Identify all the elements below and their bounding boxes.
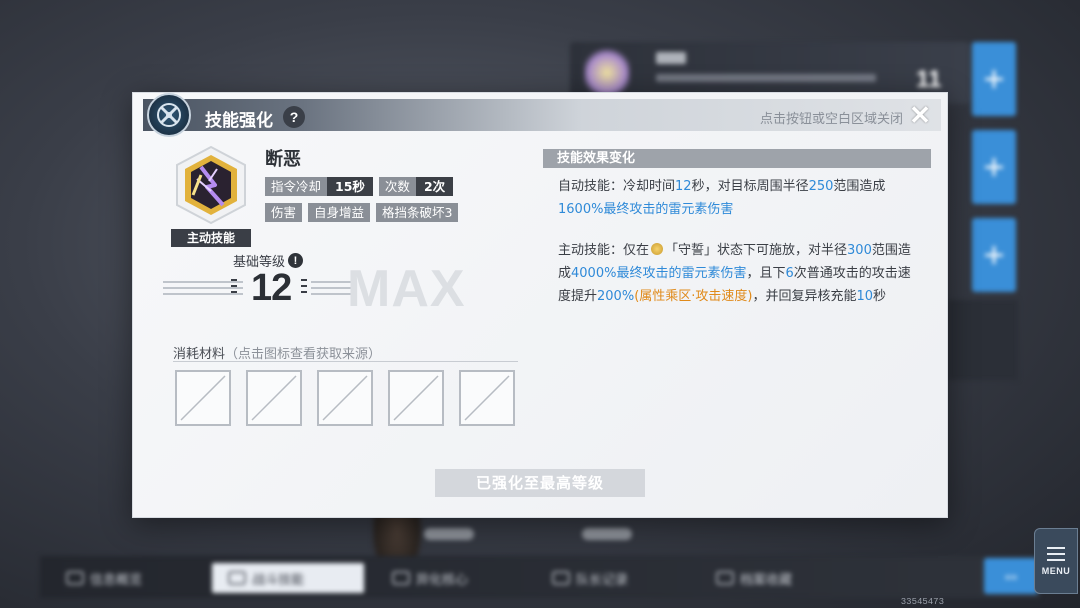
materials-title: 消耗材料（点击图标查看获取来源） bbox=[173, 347, 382, 362]
skill-type-badge: 主动技能 bbox=[171, 229, 251, 247]
material-slot-empty[interactable] bbox=[175, 370, 231, 426]
bg-tab-0: 信息概览 bbox=[66, 563, 142, 593]
bg-plus-button-2: + bbox=[972, 130, 1016, 204]
charges-tag: 次数 2次 bbox=[378, 177, 454, 196]
bg-tab-4: 档案收藏 bbox=[716, 563, 792, 593]
bg-card-title bbox=[656, 52, 686, 64]
bg-card-number: 11 bbox=[916, 66, 942, 93]
close-icon[interactable]: ✕ bbox=[907, 102, 933, 128]
bg-arrows-button: ⇔ bbox=[984, 558, 1038, 594]
effect-change-header: 技能效果变化 bbox=[543, 149, 931, 168]
materials-slots bbox=[175, 370, 515, 426]
close-hint: 点击按钮或空白区域关闭 bbox=[759, 112, 903, 127]
tag-damage: 伤害 bbox=[265, 203, 303, 222]
material-slot-empty[interactable] bbox=[459, 370, 515, 426]
bg-plus-button-3: + bbox=[972, 218, 1016, 292]
active-skill-description: 主动技能：仅在 「守誓」状态下可施放，对半径300范围造成4000%最终攻击的雷元… bbox=[558, 243, 911, 304]
materials-divider bbox=[173, 361, 518, 362]
modal-header: 技能强化 ? 点击按钮或空白区域关闭 ✕ bbox=[143, 99, 941, 131]
level-tick-right bbox=[301, 279, 307, 301]
skill-lightning-icon bbox=[171, 145, 251, 225]
skill-upgrade-emblem-icon bbox=[147, 93, 191, 137]
level-max-watermark: MAX bbox=[347, 260, 466, 318]
bg-bottom-nav bbox=[40, 556, 1040, 598]
level-info-icon[interactable]: ! bbox=[288, 253, 304, 268]
menu-button[interactable]: MENU bbox=[1034, 528, 1078, 594]
level-tick-left bbox=[231, 279, 237, 301]
bg-plus-button-1: + bbox=[972, 42, 1016, 116]
skill-level-value: 12 bbox=[251, 267, 292, 309]
bg-pill-2 bbox=[582, 528, 632, 540]
oath-status-icon bbox=[651, 243, 664, 255]
material-slot-empty[interactable] bbox=[317, 370, 373, 426]
bg-tab-3: 队长记录 bbox=[552, 563, 628, 593]
bg-tab-2: 异化核心 bbox=[392, 563, 468, 593]
bg-card-desc bbox=[656, 74, 876, 82]
footer-code: 33545473 bbox=[900, 597, 944, 607]
menu-label: MENU bbox=[1041, 565, 1071, 576]
material-slot-empty[interactable] bbox=[246, 370, 302, 426]
skill-stats-row: 指令冷却 15秒 次数 2次 bbox=[265, 177, 454, 196]
tag-self-buff: 自身增益 bbox=[308, 203, 371, 222]
skill-name: 断恶 bbox=[265, 149, 301, 170]
cooldown-tag: 指令冷却 15秒 bbox=[265, 177, 373, 196]
bg-character-thumb bbox=[584, 48, 630, 98]
bg-tab-1: 战斗技能 bbox=[212, 563, 364, 593]
menu-icon bbox=[1047, 546, 1065, 561]
level-decoration-right bbox=[311, 281, 351, 299]
skill-tags-row: 伤害 自身增益 格挡条破坏3 bbox=[265, 203, 459, 222]
auto-skill-description: 自动技能：冷却时间12秒，对目标周围半径250范围造成1600%最终攻击的雷元素… bbox=[558, 179, 886, 217]
material-slot-empty[interactable] bbox=[388, 370, 444, 426]
bg-side-panel bbox=[948, 300, 1018, 380]
maxed-level-button[interactable]: 已强化至最高等级 bbox=[435, 469, 645, 497]
skill-upgrade-modal: 技能强化 ? 点击按钮或空白区域关闭 ✕ 主动技能 断恶 指令冷却 15秒 次数 2… bbox=[132, 92, 948, 518]
tag-guard-break: 格挡条破坏3 bbox=[376, 203, 459, 222]
bg-pill-1 bbox=[424, 528, 474, 540]
help-icon[interactable]: ? bbox=[283, 106, 305, 128]
modal-title: 技能强化 bbox=[205, 111, 273, 131]
